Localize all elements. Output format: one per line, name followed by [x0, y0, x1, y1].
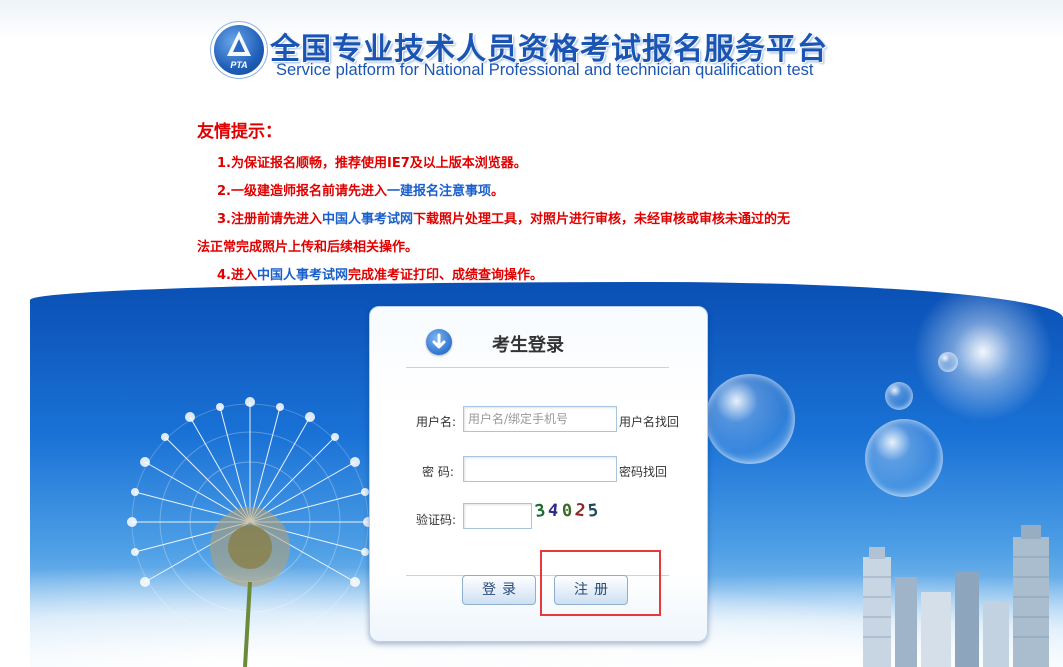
notice-item-4-text: 4.进入 — [217, 268, 257, 283]
arrow-down-icon — [426, 329, 452, 355]
bubble-tiny — [938, 352, 958, 372]
cpta-link-photo-tool[interactable]: 中国人事考试网 — [322, 212, 413, 227]
bubble-large — [705, 374, 795, 464]
notice-item-1: 1.为保证报名顺畅，推荐使用IE7及以上版本浏览器。 — [197, 150, 887, 178]
sun-glare — [913, 282, 1053, 422]
bubble-medium — [865, 419, 943, 497]
notice-item-2-text: 2.一级建造师报名前请先进入 — [217, 184, 387, 199]
captcha-image[interactable]: 34025 — [533, 500, 615, 531]
site-header: PTA 全国专业技术人员资格考试报名服务平台 Service platform … — [0, 0, 1063, 100]
bubble-small — [885, 382, 913, 410]
notice-item-3-rest: 下载照片处理工具，对照片进行审核，未经审核或审核未通过的无 — [413, 212, 791, 227]
city-buildings-image — [863, 525, 1049, 667]
captcha-digit: 4 — [547, 500, 563, 522]
captcha-digit: 5 — [586, 500, 603, 522]
password-input[interactable] — [463, 456, 617, 482]
username-recover-link[interactable]: 用户名找回 — [619, 413, 679, 430]
username-label: 用户名: — [416, 415, 457, 429]
username-input[interactable] — [463, 406, 617, 432]
notice-item-3: 3.注册前请先进入中国人事考试网下载照片处理工具，对照片进行审核，未经审核或审核… — [197, 206, 887, 234]
notice-title: 友情提示： — [197, 122, 282, 142]
dandelion-image — [127, 397, 373, 667]
notice-item-2-end: 。 — [491, 184, 505, 199]
captcha-label: 验证码: — [416, 513, 457, 527]
cpta-link-admission[interactable]: 中国人事考试网 — [257, 268, 348, 283]
logo-text: PTA — [230, 60, 247, 70]
notice-item-3-continued: 法正常完成照片上传和后续相关操作。 — [197, 240, 419, 255]
construction-notice-link[interactable]: 一建报名注意事项 — [387, 184, 491, 199]
site-title-en: Service platform for National Profession… — [276, 61, 814, 79]
login-button[interactable]: 登录 — [462, 575, 536, 605]
password-recover-link[interactable]: 密码找回 — [619, 463, 667, 480]
notice-item-3-text: 3.注册前请先进入 — [217, 212, 322, 227]
register-highlight-box — [540, 550, 661, 616]
header-divider — [406, 367, 669, 368]
notice-item-1-text: 1.为保证报名顺畅，推荐使用IE7及以上版本浏览器。 — [217, 156, 527, 171]
logo-mark-icon: PTA — [227, 31, 251, 70]
notice-item-2: 2.一级建造师报名前请先进入一建报名注意事项。 — [197, 178, 887, 206]
notice-item-4-rest: 完成准考证打印、成绩查询操作。 — [348, 268, 544, 283]
pta-logo: PTA — [211, 22, 267, 78]
captcha-input[interactable] — [463, 503, 532, 529]
friendly-notice: 友情提示： 1.为保证报名顺畅，推荐使用IE7及以上版本浏览器。 2.一级建造师… — [197, 117, 887, 290]
password-label: 密 码: — [422, 465, 454, 479]
login-title: 考生登录 — [492, 335, 564, 356]
